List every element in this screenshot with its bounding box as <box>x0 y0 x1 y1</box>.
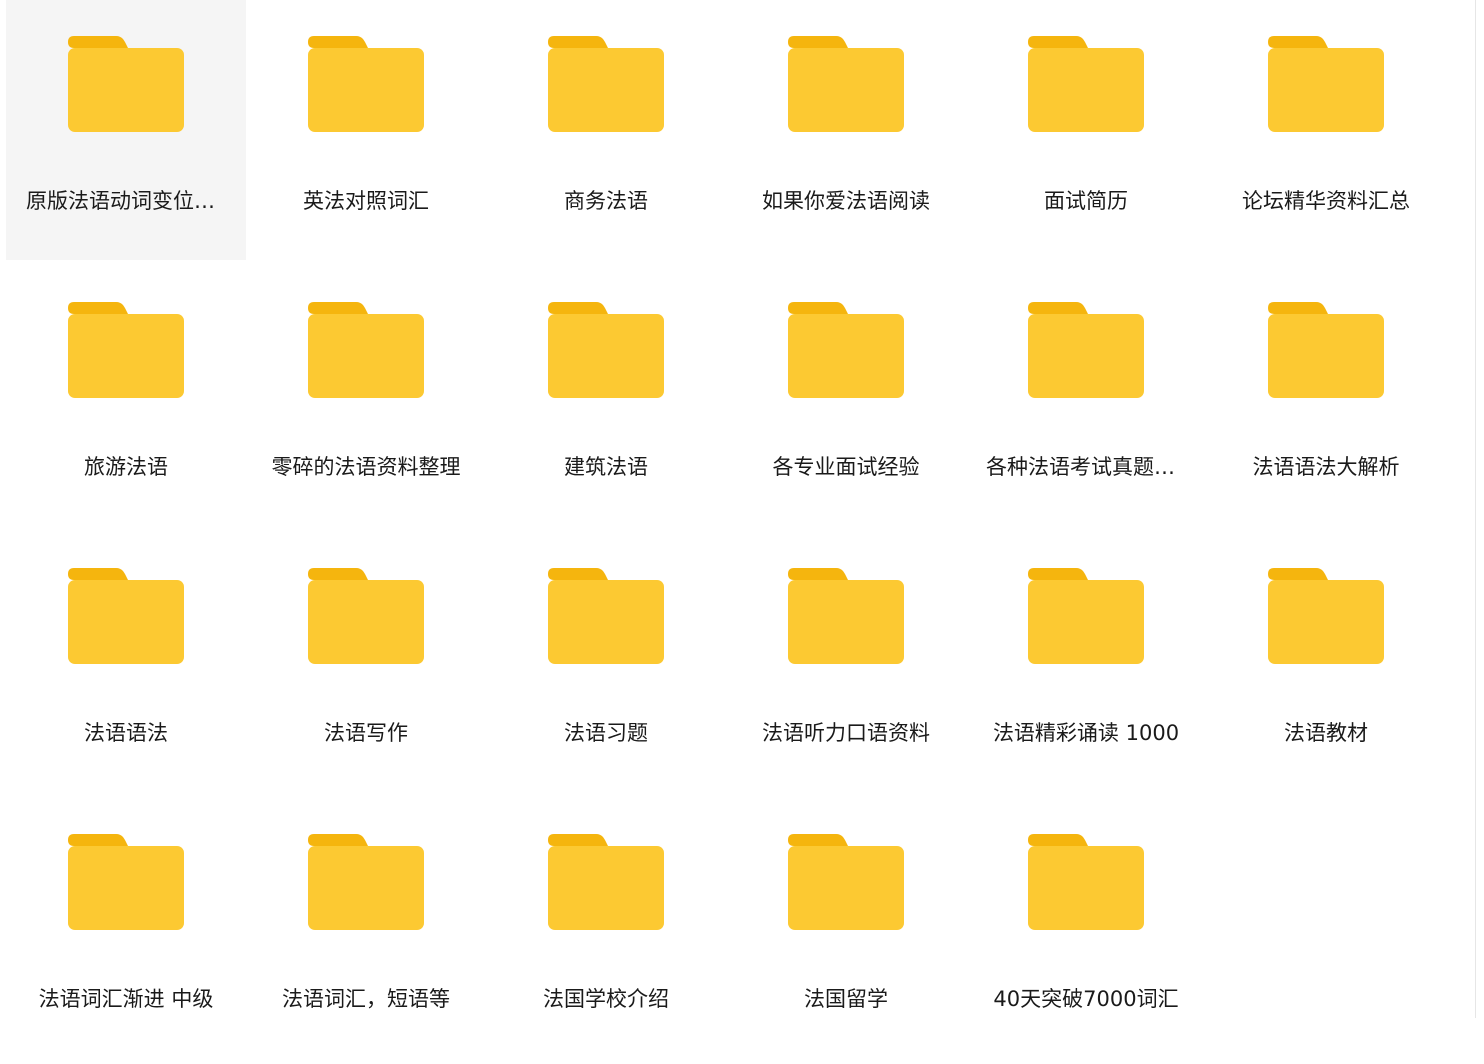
folder-label: 40天突破7000词汇 <box>993 987 1179 1011</box>
folder-label: 法语词汇，短语等 <box>282 987 450 1011</box>
folder-icon <box>548 36 664 132</box>
folder-icon <box>1028 834 1144 930</box>
folder-item[interactable]: 面试简历 <box>966 0 1206 260</box>
folder-icon <box>68 834 184 930</box>
folder-label: 英法对照词汇 <box>303 189 429 213</box>
folder-icon <box>1028 302 1144 398</box>
scroll-divider <box>1475 0 1476 1018</box>
folder-item[interactable]: 旅游法语 <box>6 266 246 526</box>
folder-item[interactable]: 英法对照词汇 <box>246 0 486 260</box>
folder-item[interactable]: 法语写作 <box>246 532 486 792</box>
folder-icon <box>308 36 424 132</box>
folder-item[interactable]: 建筑法语 <box>486 266 726 526</box>
folder-icon <box>788 36 904 132</box>
folder-icon <box>548 302 664 398</box>
folder-label: 商务法语 <box>564 189 648 213</box>
folder-item[interactable]: 商务法语 <box>486 0 726 260</box>
folder-label: 法国学校介绍 <box>543 987 669 1011</box>
folder-icon <box>1268 302 1384 398</box>
folder-label: 各种法语考试真题汇编 <box>986 455 1186 479</box>
folder-label: 零碎的法语资料整理 <box>271 455 461 479</box>
folder-label: 各专业面试经验 <box>772 455 920 479</box>
folder-item[interactable]: 如果你爱法语阅读 <box>726 0 966 260</box>
folder-label: 法语词汇渐进 中级 <box>38 987 214 1011</box>
folder-label: 法语精彩诵读 1000 <box>992 721 1180 745</box>
folder-item[interactable]: 法语教材 <box>1206 532 1446 792</box>
folder-item[interactable]: 论坛精华资料汇总 <box>1206 0 1446 260</box>
folder-icon <box>548 568 664 664</box>
folder-label: 论坛精华资料汇总 <box>1242 189 1410 213</box>
folder-item[interactable]: 各专业面试经验 <box>726 266 966 526</box>
folder-icon <box>788 302 904 398</box>
folder-label: 法语写作 <box>324 721 408 745</box>
folder-icon <box>1268 568 1384 664</box>
folder-icon <box>788 568 904 664</box>
folder-item[interactable]: 各种法语考试真题汇编 <box>966 266 1206 526</box>
folder-label: 建筑法语 <box>564 455 648 479</box>
folder-item[interactable]: 法语习题 <box>486 532 726 792</box>
folder-icon <box>68 302 184 398</box>
folder-label: 法国留学 <box>804 987 888 1011</box>
folder-item[interactable]: 法语听力口语资料 <box>726 532 966 792</box>
folder-icon <box>548 834 664 930</box>
folder-label: 法语语法大解析 <box>1252 455 1400 479</box>
folder-icon <box>788 834 904 930</box>
folder-icon <box>308 834 424 930</box>
folder-item[interactable]: 法语词汇渐进 中级 <box>6 798 246 1058</box>
folder-icon <box>308 302 424 398</box>
folder-label: 如果你爱法语阅读 <box>762 189 930 213</box>
folder-icon <box>1028 568 1144 664</box>
folder-label: 原版法语动词变位大全 <box>26 189 226 213</box>
folder-label: 法语习题 <box>564 721 648 745</box>
folder-icon <box>1268 36 1384 132</box>
folder-item[interactable]: 法语精彩诵读 1000 <box>966 532 1206 792</box>
folder-item[interactable]: 法语词汇，短语等 <box>246 798 486 1058</box>
folder-item[interactable]: 法语语法大解析 <box>1206 266 1446 526</box>
folder-item[interactable]: 法语语法 <box>6 532 246 792</box>
folder-label: 旅游法语 <box>84 455 168 479</box>
folder-label: 面试简历 <box>1044 189 1128 213</box>
folder-icon <box>1028 36 1144 132</box>
folder-grid: 原版法语动词变位大全 英法对照词汇 商务法语 如果你爱法语阅读 面试简历 论坛精… <box>6 0 1446 1064</box>
folder-label: 法语语法 <box>84 721 168 745</box>
folder-item[interactable]: 法国学校介绍 <box>486 798 726 1058</box>
folder-label: 法语教材 <box>1284 721 1368 745</box>
folder-label: 法语听力口语资料 <box>762 721 930 745</box>
folder-item[interactable]: 法国留学 <box>726 798 966 1058</box>
folder-item[interactable]: 零碎的法语资料整理 <box>246 266 486 526</box>
folder-item[interactable]: 原版法语动词变位大全 <box>6 0 246 260</box>
folder-icon <box>68 568 184 664</box>
folder-item[interactable]: 40天突破7000词汇 <box>966 798 1206 1058</box>
folder-icon <box>68 36 184 132</box>
folder-icon <box>308 568 424 664</box>
